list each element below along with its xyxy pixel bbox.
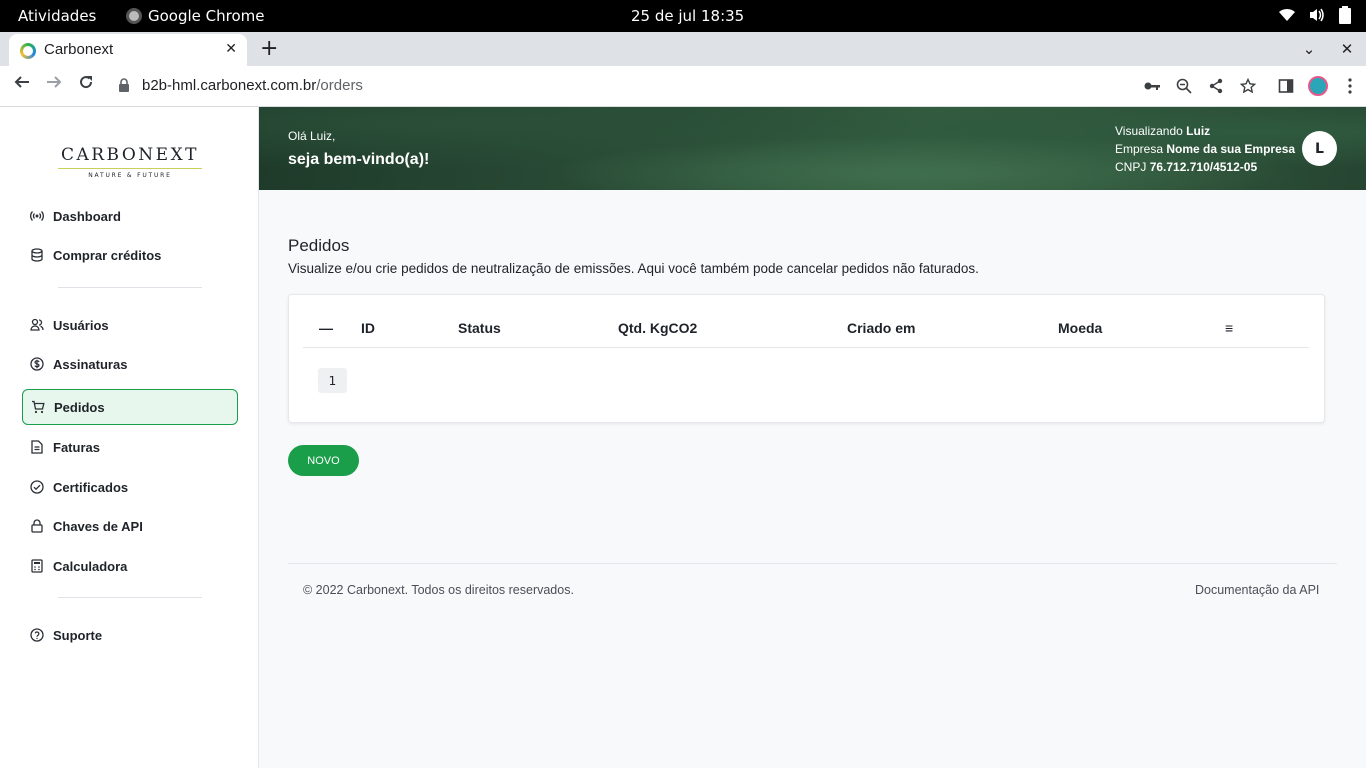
- sidebar-item-certificados[interactable]: Certificados: [22, 469, 238, 505]
- page-title: Pedidos: [288, 236, 350, 255]
- sidebar-item-faturas[interactable]: Faturas: [22, 429, 238, 465]
- close-tab-icon[interactable]: ✕: [225, 41, 237, 57]
- url-text: b2b-hml.carbonext.com.br/orders: [142, 77, 363, 94]
- users-icon: [30, 318, 44, 332]
- footer-divider: [288, 563, 1337, 564]
- carbonext-logo[interactable]: CARBONEXT NATURE & FUTURE: [58, 145, 202, 179]
- table-header: — ID Status Qtd. KgCO2 Criado em Moeda ≡: [303, 313, 1309, 348]
- chrome-icon: [126, 8, 142, 24]
- system-top-bar: Atividades Google Chrome 25 de jul 18:35: [0, 0, 1366, 32]
- carbonext-favicon-icon: [20, 43, 36, 59]
- sidebar-item-chaves-de-api[interactable]: Chaves de API: [22, 508, 238, 544]
- side-panel-icon[interactable]: [1270, 74, 1302, 98]
- sidebar-item-calculadora[interactable]: Calculadora: [22, 548, 238, 584]
- address-bar[interactable]: b2b-hml.carbonext.com.br/orders: [108, 71, 1258, 101]
- profile-avatar-icon[interactable]: [1302, 74, 1334, 98]
- sidebar-item-label: Pedidos: [54, 399, 105, 415]
- user-avatar[interactable]: L: [1302, 131, 1337, 166]
- sidebar-item-label: Assinaturas: [53, 356, 128, 372]
- sidebar-item-suporte[interactable]: Suporte: [22, 617, 238, 653]
- lock-icon[interactable]: [118, 78, 130, 92]
- orders-table-card: — ID Status Qtd. KgCO2 Criado em Moeda ≡…: [288, 294, 1325, 423]
- welcome-text: seja bem-vindo(a)!: [288, 151, 430, 168]
- clock[interactable]: 25 de jul 18:35: [631, 7, 744, 25]
- sidebar-item-assinaturas[interactable]: Assinaturas: [22, 346, 238, 382]
- column-header-criado-em[interactable]: Criado em: [847, 320, 915, 336]
- app-menu[interactable]: Google Chrome: [126, 7, 265, 25]
- column-header-moeda[interactable]: Moeda: [1058, 320, 1102, 336]
- sidebar-item-dashboard[interactable]: Dashboard: [22, 198, 238, 234]
- sidebar-item-label: Faturas: [53, 439, 100, 455]
- back-arrow-icon[interactable]: [10, 74, 34, 98]
- greeting-text: Olá Luiz,: [288, 129, 336, 143]
- column-menu-icon[interactable]: ≡: [1225, 320, 1233, 336]
- calculator-icon: [30, 559, 44, 573]
- forward-arrow-icon[interactable]: [42, 74, 66, 98]
- system-tray[interactable]: [1278, 6, 1352, 24]
- tab-search-icon[interactable]: ⌄: [1290, 40, 1328, 58]
- sidebar-item-usuarios[interactable]: Usuários: [22, 307, 238, 343]
- tab-title: Carbonext: [44, 41, 114, 58]
- database-icon: [30, 248, 44, 262]
- column-header-status[interactable]: Status: [458, 320, 501, 336]
- sidebar-item-label: Calculadora: [53, 558, 128, 574]
- activities-button[interactable]: Atividades: [18, 7, 96, 25]
- new-order-button[interactable]: NOVO: [288, 445, 359, 476]
- sidebar-item-label: Comprar créditos: [53, 247, 162, 263]
- zoom-icon[interactable]: [1168, 74, 1200, 98]
- broadcast-icon: [30, 209, 44, 223]
- sidebar-item-label: Chaves de API: [53, 518, 143, 534]
- logo-brand: CARBONEXT: [60, 145, 200, 165]
- wifi-icon: [1279, 8, 1295, 21]
- sidebar-item-label: Suporte: [53, 627, 103, 643]
- dollar-circle-icon: [30, 357, 44, 371]
- battery-icon: [1339, 6, 1351, 24]
- sidebar-divider: [58, 597, 202, 598]
- page-description: Visualize e/ou crie pedidos de neutraliz…: [288, 261, 979, 276]
- column-header-qtd[interactable]: Qtd. KgCO2: [618, 320, 697, 336]
- column-header-id[interactable]: ID: [361, 320, 375, 336]
- lock-icon: [30, 519, 44, 533]
- sidebar-item-label: Certificados: [53, 479, 129, 495]
- sidebar-divider: [58, 287, 202, 288]
- account-info: Visualizando Luiz Empresa Nome da sua Em…: [1115, 124, 1296, 174]
- sidebar-item-comprar-creditos[interactable]: Comprar créditos: [22, 237, 238, 273]
- copyright-text: © 2022 Carbonext. Todos os direitos rese…: [303, 583, 574, 597]
- select-all-toggle[interactable]: —: [319, 320, 333, 336]
- tab-strip: Carbonext ✕ + ⌄ ✕: [0, 32, 1366, 66]
- pagination-page-button[interactable]: 1: [318, 368, 347, 393]
- logo-tagline: NATURE & FUTURE: [58, 168, 202, 179]
- browser-toolbar: b2b-hml.carbonext.com.br/orders: [0, 66, 1366, 107]
- volume-icon: [1310, 8, 1324, 22]
- app-name: Google Chrome: [148, 7, 265, 25]
- cart-icon: [31, 400, 45, 414]
- sidebar-item-pedidos[interactable]: Pedidos: [22, 389, 238, 425]
- browser-tab[interactable]: Carbonext ✕: [9, 34, 247, 66]
- new-tab-button[interactable]: +: [260, 36, 278, 61]
- sidebar-item-label: Dashboard: [53, 208, 121, 224]
- sidebar-item-label: Usuários: [53, 317, 109, 333]
- help-circle-icon: [30, 628, 44, 642]
- check-circle-icon: [30, 480, 44, 494]
- file-icon: [30, 440, 44, 454]
- reload-icon[interactable]: [74, 74, 98, 98]
- window-close-icon[interactable]: ✕: [1328, 40, 1366, 58]
- key-icon[interactable]: [1136, 74, 1168, 98]
- share-icon[interactable]: [1200, 74, 1232, 98]
- bookmark-star-icon[interactable]: [1232, 74, 1264, 98]
- sidebar: CARBONEXT NATURE & FUTURE Dashboard Comp…: [0, 107, 259, 768]
- header-banner: Olá Luiz, seja bem-vindo(a)! Visualizand…: [259, 107, 1366, 190]
- api-docs-link[interactable]: Documentação da API: [1195, 583, 1319, 597]
- more-menu-icon[interactable]: [1334, 74, 1366, 98]
